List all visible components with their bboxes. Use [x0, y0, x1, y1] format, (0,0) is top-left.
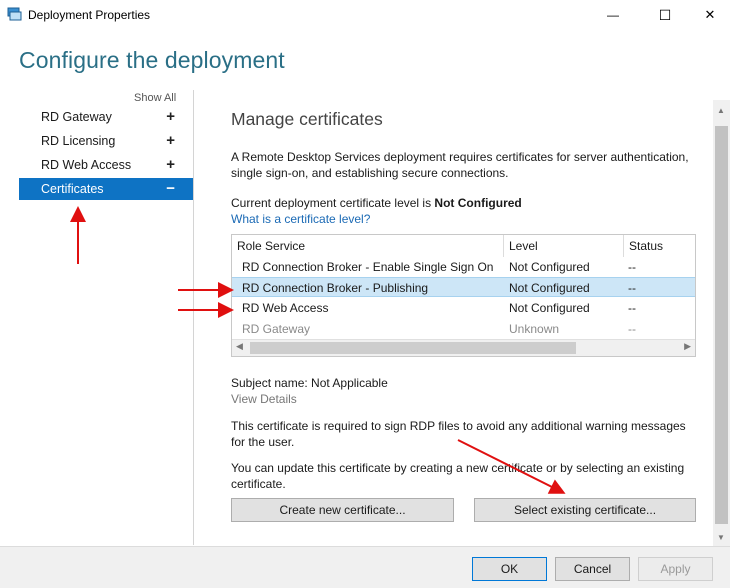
certificate-update-note: You can update this certificate by creat… [231, 461, 685, 491]
role-cell: RD Connection Broker - Publishing [242, 281, 429, 295]
close-icon: ✕ [704, 7, 716, 22]
cancel-button[interactable]: Cancel [555, 557, 630, 581]
status-cell: -- [628, 322, 636, 336]
select-existing-certificate-button[interactable]: Select existing certificate... [474, 498, 696, 522]
table-row[interactable]: RD Gateway Unknown -- [232, 319, 695, 339]
expand-icon: + [166, 132, 175, 149]
level-cell: Not Configured [509, 281, 590, 295]
sidebar-item-label: RD Licensing [41, 134, 116, 148]
status-cell: -- [628, 301, 636, 315]
show-all-link[interactable]: Show All [134, 92, 176, 104]
page-title: Configure the deployment [19, 47, 285, 73]
collapse-icon: − [166, 180, 175, 197]
sidebar-item-label: Certificates [41, 182, 104, 196]
maximize-icon: ☐ [658, 6, 672, 23]
certificate-level-text: Current deployment certificate level is … [231, 196, 522, 210]
column-header-level[interactable]: Level [504, 235, 624, 257]
app-icon [7, 7, 22, 21]
role-service-table: Role Service Level Status RD Connection … [231, 234, 696, 357]
sidebar-divider [193, 90, 194, 545]
sidebar-item-rd-gateway[interactable]: RD Gateway + [19, 106, 193, 128]
maximize-button[interactable]: ☐ [642, 0, 688, 30]
sidebar-item-rd-licensing[interactable]: RD Licensing + [19, 130, 193, 152]
minimize-button[interactable]: — [590, 0, 636, 30]
subject-name: Subject name: Not Applicable [231, 376, 388, 390]
level-cell: Not Configured [509, 301, 590, 315]
certificate-requirement-note: This certificate is required to sign RDP… [231, 419, 686, 449]
ok-button[interactable]: OK [472, 557, 547, 581]
apply-button[interactable]: Apply [638, 557, 713, 581]
expand-icon: + [166, 156, 175, 173]
scroll-up-icon[interactable]: ▲ [717, 106, 725, 115]
table-row[interactable]: RD Web Access Not Configured -- [232, 298, 695, 318]
section-title: Manage certificates [231, 109, 383, 129]
view-details-link[interactable]: View Details [231, 392, 297, 406]
horizontal-scrollbar[interactable]: ◀ ▶ [232, 339, 695, 356]
role-cell: RD Gateway [242, 322, 311, 336]
scroll-down-icon[interactable]: ▼ [717, 533, 725, 542]
role-cell: RD Connection Broker - Enable Single Sig… [242, 260, 494, 274]
close-button[interactable]: ✕ [690, 0, 730, 30]
title-bar: Deployment Properties — ☐ ✕ [0, 0, 730, 30]
role-cell: RD Web Access [242, 301, 329, 315]
scrollbar-thumb[interactable] [715, 126, 728, 524]
level-prefix: Current deployment certificate level is [231, 196, 435, 210]
table-row-selected[interactable]: RD Connection Broker - Publishing Not Co… [232, 277, 695, 297]
table-row[interactable]: RD Connection Broker - Enable Single Sig… [232, 257, 695, 277]
certificate-level-link[interactable]: What is a certificate level? [231, 212, 370, 226]
certificate-level-value: Not Configured [434, 196, 522, 210]
sidebar-item-label: RD Gateway [41, 110, 112, 124]
scroll-right-icon[interactable]: ▶ [684, 341, 691, 352]
level-cell: Not Configured [509, 260, 590, 274]
section-description: A Remote Desktop Services deployment req… [231, 150, 689, 180]
sidebar-item-label: RD Web Access [41, 158, 132, 172]
window-title: Deployment Properties [28, 8, 151, 22]
create-new-certificate-button[interactable]: Create new certificate... [231, 498, 454, 522]
column-header-status[interactable]: Status [624, 235, 695, 257]
sidebar-item-rd-web-access[interactable]: RD Web Access + [19, 154, 193, 176]
column-header-role-service[interactable]: Role Service [232, 235, 504, 257]
level-cell: Unknown [509, 322, 560, 336]
expand-icon: + [166, 108, 175, 125]
minimize-icon: — [607, 8, 619, 22]
status-cell: -- [628, 281, 636, 295]
scroll-left-icon[interactable]: ◀ [236, 341, 243, 352]
status-cell: -- [628, 260, 636, 274]
sidebar-item-certificates[interactable]: Certificates − [19, 178, 193, 200]
vertical-scrollbar[interactable]: ▲ ▼ [713, 100, 730, 546]
scrollbar-thumb[interactable] [250, 342, 576, 354]
